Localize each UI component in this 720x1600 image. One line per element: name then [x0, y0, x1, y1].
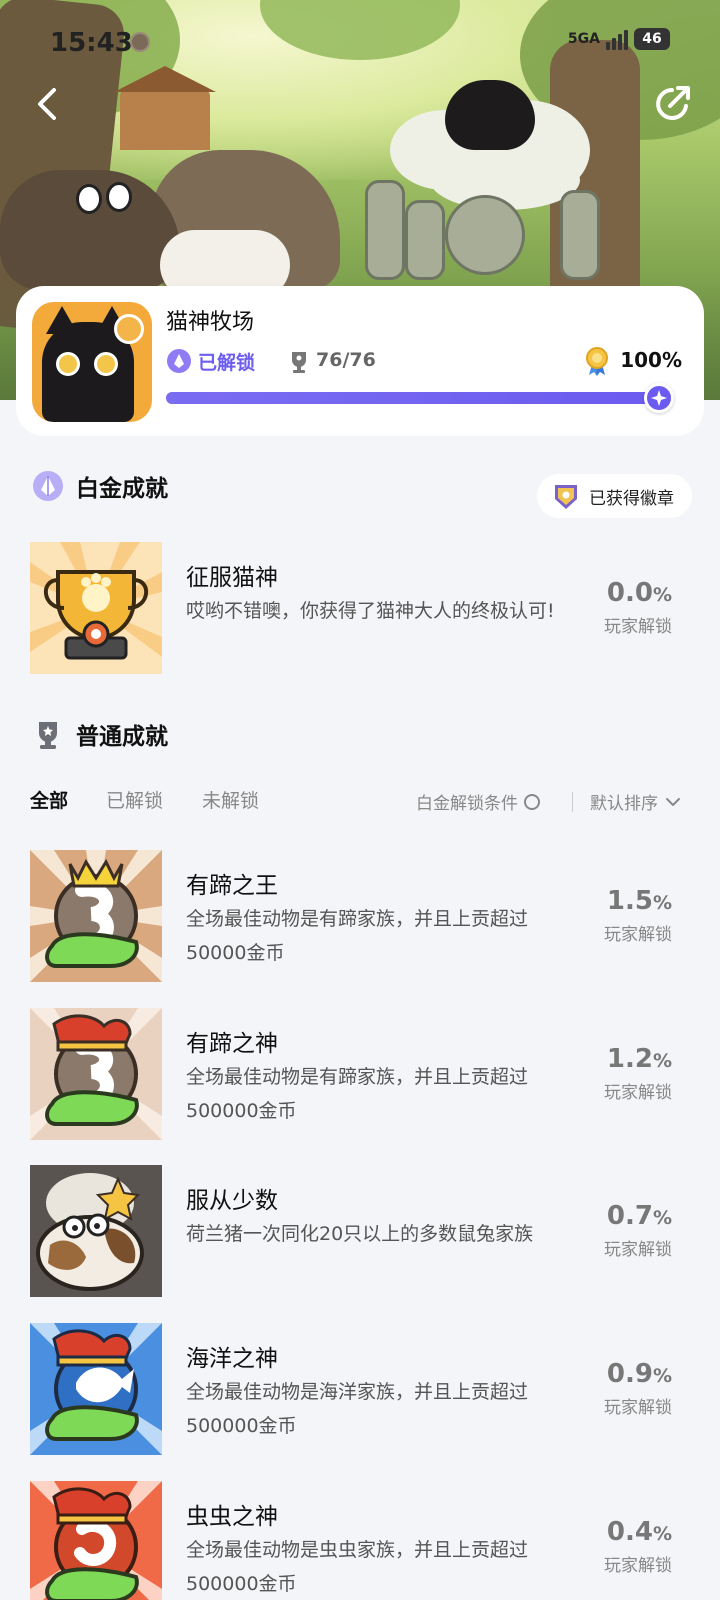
percent-unit: % [652, 584, 672, 606]
platinum-achievement-row[interactable]: 征服猫神 哎哟不错噢，你获得了猫神大人的终极认可! 0.0% 玩家解锁 [30, 542, 690, 674]
trophy-icon [39, 722, 57, 749]
percent-value: 0.4 [606, 1517, 653, 1547]
percent-value: 0.0 [606, 578, 653, 608]
status-time: 15:43 [50, 28, 133, 58]
percent-value: 1.2 [606, 1044, 653, 1074]
achievement-image [30, 1323, 162, 1455]
achievement-percent: 0.9% [607, 1359, 672, 1389]
game-icon[interactable] [32, 302, 152, 422]
achievement-image [30, 542, 162, 674]
normal-section-header: 普通成就 [30, 716, 168, 752]
achievement-name: 有蹄之神 [186, 1031, 278, 1057]
sparkle-icon [644, 383, 674, 413]
earned-badge-button[interactable]: 已获得徽章 [537, 474, 692, 518]
game-summary-card: 猫神牧场 已解锁 76/76 100% [16, 286, 704, 436]
radio-circle-icon [524, 793, 540, 810]
condition-label: 白金解锁条件 [416, 794, 518, 814]
achievement-name: 有蹄之王 [186, 873, 278, 899]
tab-locked[interactable]: 未解锁 [202, 786, 259, 813]
percent-value: 1.5 [606, 886, 653, 916]
achievement-image [30, 850, 162, 982]
crystal-icon [33, 471, 63, 501]
share-icon [656, 86, 690, 120]
status-indicators: 5GA 46 [568, 28, 670, 50]
unlock-status: 已解锁 [198, 352, 256, 374]
percent-unit: % [652, 892, 672, 914]
section-title: 白金成就 [76, 476, 168, 502]
achievement-image [30, 1165, 162, 1297]
list-item[interactable]: 有蹄之王 全场最佳动物是有蹄家族，并且上贡超过50000金币 1.5% 玩家解锁 [30, 850, 690, 982]
crystal-icon [167, 349, 191, 373]
achievement-desc: 全场最佳动物是有蹄家族，并且上贡超过50000金币 [186, 908, 529, 964]
list-item[interactable]: 有蹄之神 全场最佳动物是有蹄家族，并且上贡超过500000金币 1.2% 玩家解… [30, 1008, 690, 1140]
share-button[interactable] [648, 80, 696, 128]
paw-icon [114, 314, 144, 344]
achievement-percent-label: 玩家解锁 [604, 1240, 672, 1260]
platinum-section-header: 白金成就 [30, 468, 168, 504]
medal-icon [586, 347, 608, 376]
chevron-down-icon [666, 797, 680, 806]
achievement-name: 服从少数 [186, 1188, 278, 1214]
achievement-desc: 荷兰猪一次同化20只以上的多数鼠兔家族 [186, 1223, 534, 1245]
trophy-count: 76/76 [316, 349, 376, 371]
percent-unit: % [652, 1050, 672, 1072]
badge-button-label: 已获得徽章 [589, 488, 674, 509]
badge-icon [555, 485, 577, 509]
achievement-percent-label: 玩家解锁 [604, 1083, 672, 1103]
achievement-name: 海洋之神 [186, 1346, 278, 1372]
back-button[interactable] [28, 84, 68, 124]
tab-unlocked[interactable]: 已解锁 [106, 786, 163, 813]
achievement-percent: 1.5% [607, 886, 672, 916]
tab-all[interactable]: 全部 [30, 786, 68, 813]
sort-label: 默认排序 [590, 794, 658, 814]
achievement-percent: 1.2% [607, 1044, 672, 1074]
list-item[interactable]: 海洋之神 全场最佳动物是海洋家族，并且上贡超过500000金币 0.9% 玩家解… [30, 1323, 690, 1455]
achievement-image [30, 1481, 162, 1600]
percent-unit: % [652, 1365, 672, 1387]
list-item[interactable]: 服从少数 荷兰猪一次同化20只以上的多数鼠兔家族 0.7% 玩家解锁 [30, 1165, 690, 1297]
achievement-percent-label: 玩家解锁 [604, 1398, 672, 1418]
network-label: 5GA [567, 31, 600, 47]
achievement-percent-label: 玩家解锁 [604, 925, 672, 945]
percent-unit: % [652, 1523, 672, 1545]
percent-value: 0.7 [606, 1201, 653, 1231]
achievement-image [30, 1008, 162, 1140]
achievement-percent-label: 玩家解锁 [604, 1556, 672, 1576]
percent-unit: % [652, 1207, 672, 1229]
chevron-left-icon [38, 88, 56, 120]
completion-percent: 100% [620, 348, 682, 372]
battery-icon: 46 [634, 28, 670, 50]
game-title: 猫神牧场 [166, 310, 255, 335]
achievement-percent: 0.7% [607, 1201, 672, 1231]
achievement-desc: 全场最佳动物是虫虫家族，并且上贡超过500000金币 [186, 1539, 529, 1595]
divider [572, 792, 573, 812]
achievement-name: 虫虫之神 [186, 1504, 278, 1530]
achievement-percent: 0.0% [607, 578, 672, 608]
list-item[interactable]: 虫虫之神 全场最佳动物是虫虫家族，并且上贡超过500000金币 0.4% 玩家解… [30, 1481, 690, 1600]
achievement-name: 征服猫神 [186, 565, 278, 591]
achievement-percent: 0.4% [607, 1517, 672, 1547]
filter-bar: 全部 已解锁 未解锁 白金解锁条件 默认排序 [30, 786, 690, 822]
platinum-condition-toggle[interactable]: 白金解锁条件 [416, 789, 540, 814]
signal-icon [606, 28, 628, 50]
section-title: 普通成就 [76, 724, 168, 750]
achievement-desc: 全场最佳动物是海洋家族，并且上贡超过500000金币 [186, 1381, 529, 1437]
globe-icon [130, 32, 150, 52]
achievement-percent-label: 玩家解锁 [604, 617, 672, 637]
percent-value: 0.9 [606, 1359, 653, 1389]
progress-bar [166, 383, 674, 413]
trophy-icon [292, 352, 306, 373]
achievement-desc: 哎哟不错噢，你获得了猫神大人的终极认可! [186, 600, 555, 622]
achievement-desc: 全场最佳动物是有蹄家族，并且上贡超过500000金币 [186, 1066, 529, 1122]
progress-fill [166, 383, 674, 413]
sort-dropdown[interactable]: 默认排序 [590, 789, 682, 814]
